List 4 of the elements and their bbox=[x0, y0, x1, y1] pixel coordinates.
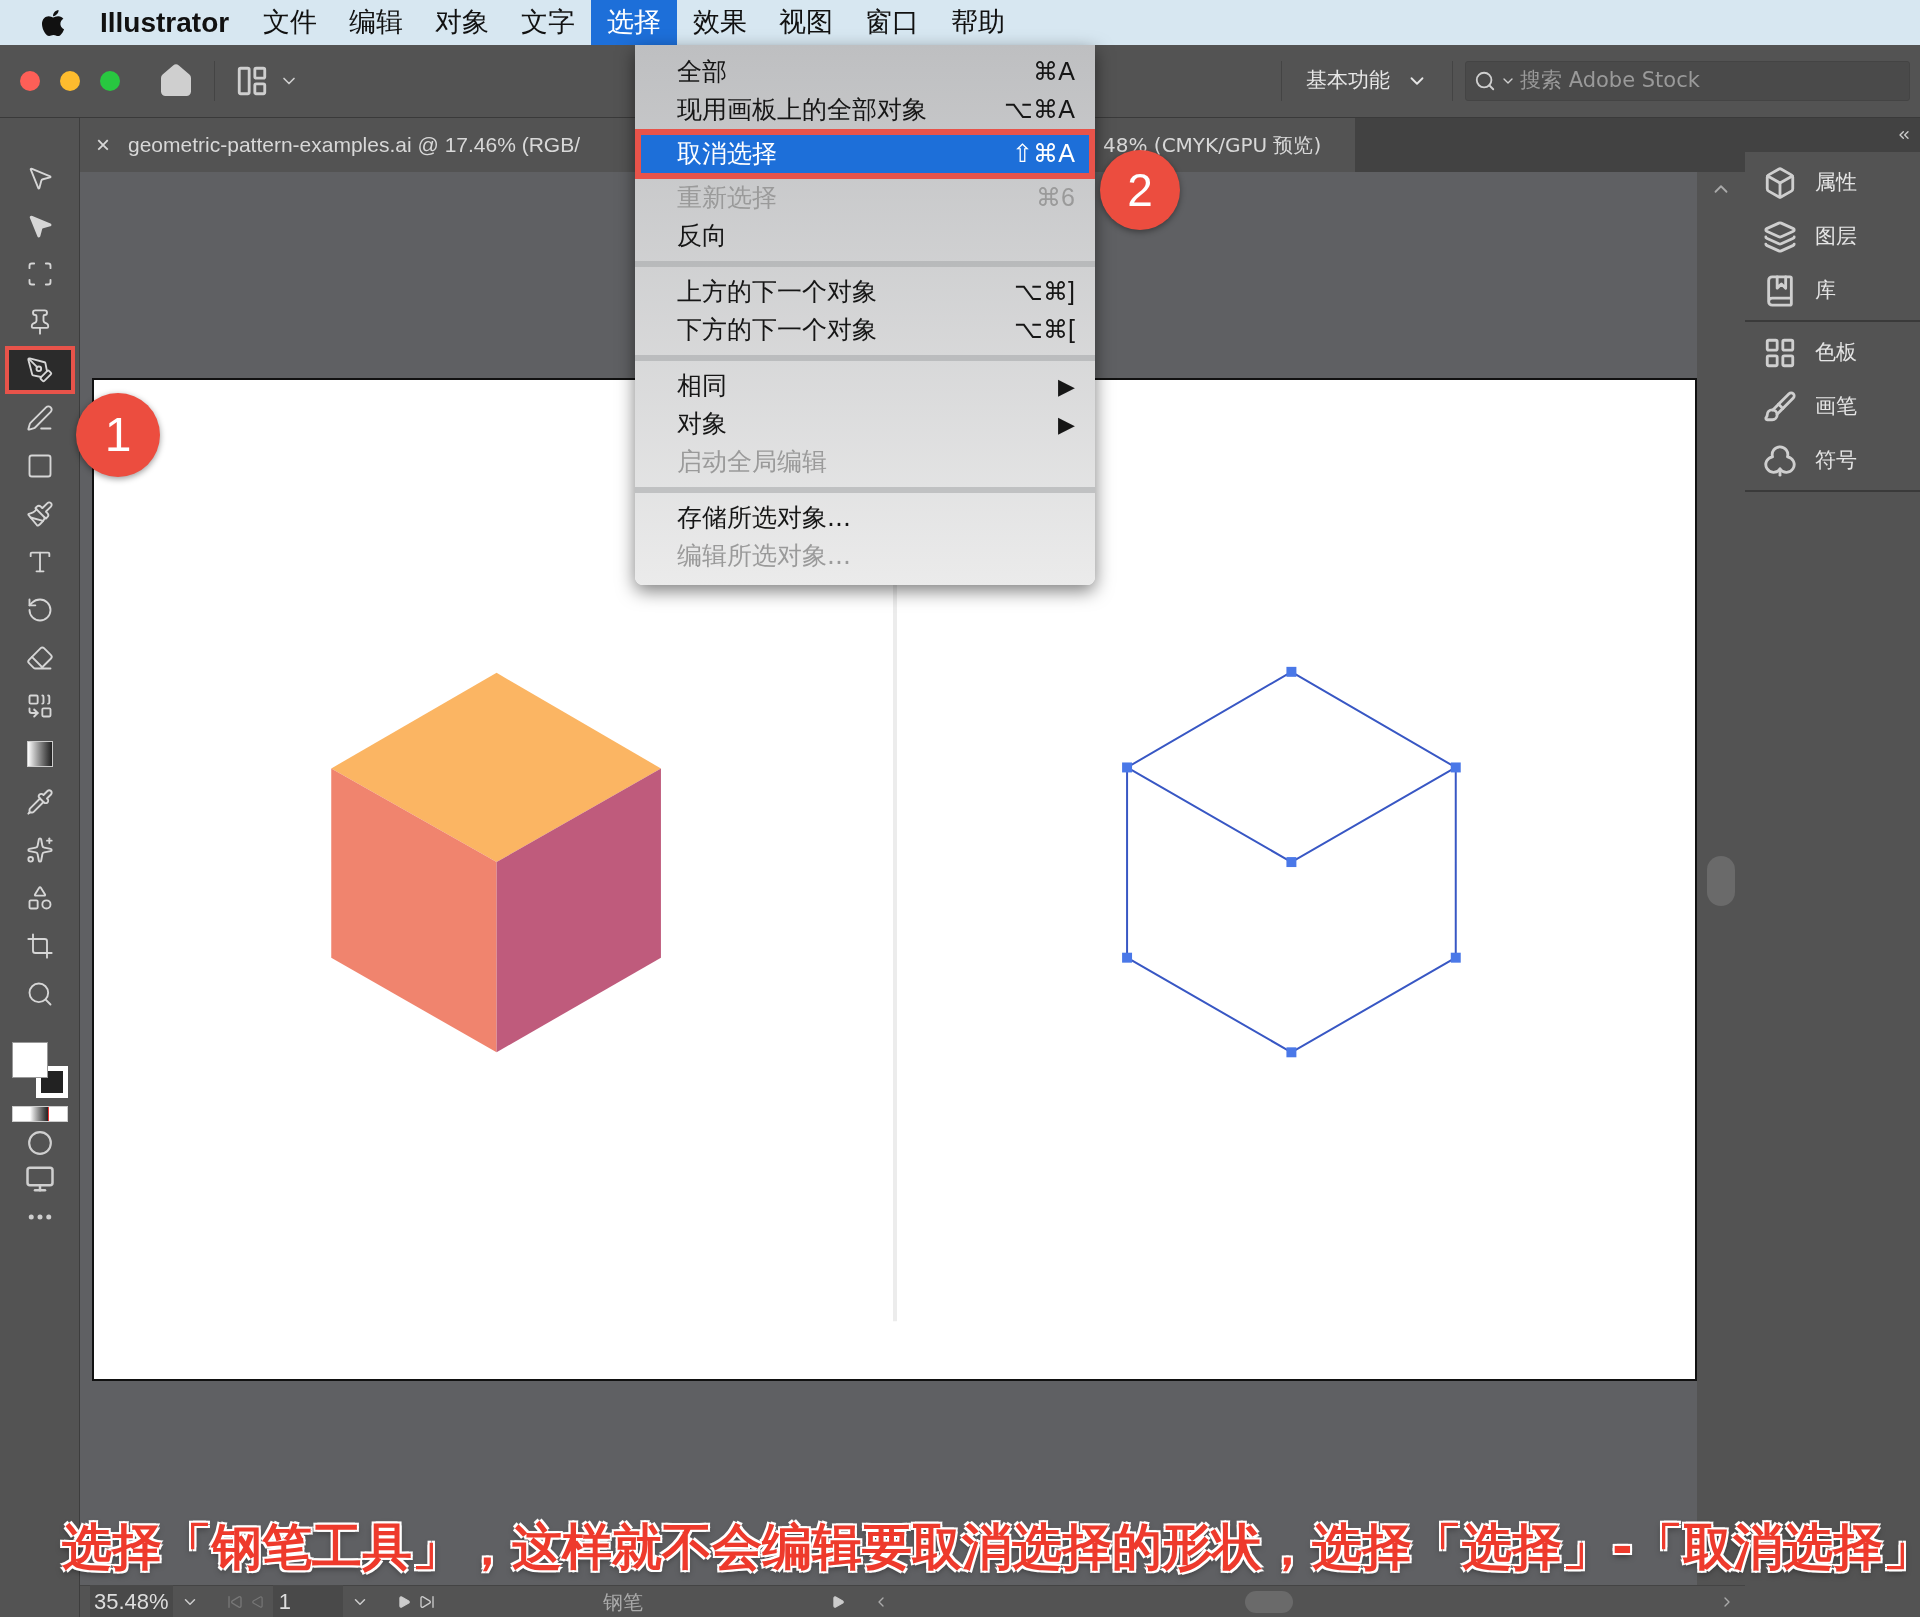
app-name: Illustrator bbox=[100, 5, 230, 40]
current-tool-label: 钢笔 bbox=[602, 1588, 644, 1616]
tab-title: geometric-pattern-examples.ai @ 17.46% (RGB/ bbox=[128, 133, 581, 157]
tutorial-caption: 选择「钢笔工具」，这样就不会编辑要取消选择的形状，选择「选择」-「取消选择」 bbox=[62, 1517, 1920, 1578]
